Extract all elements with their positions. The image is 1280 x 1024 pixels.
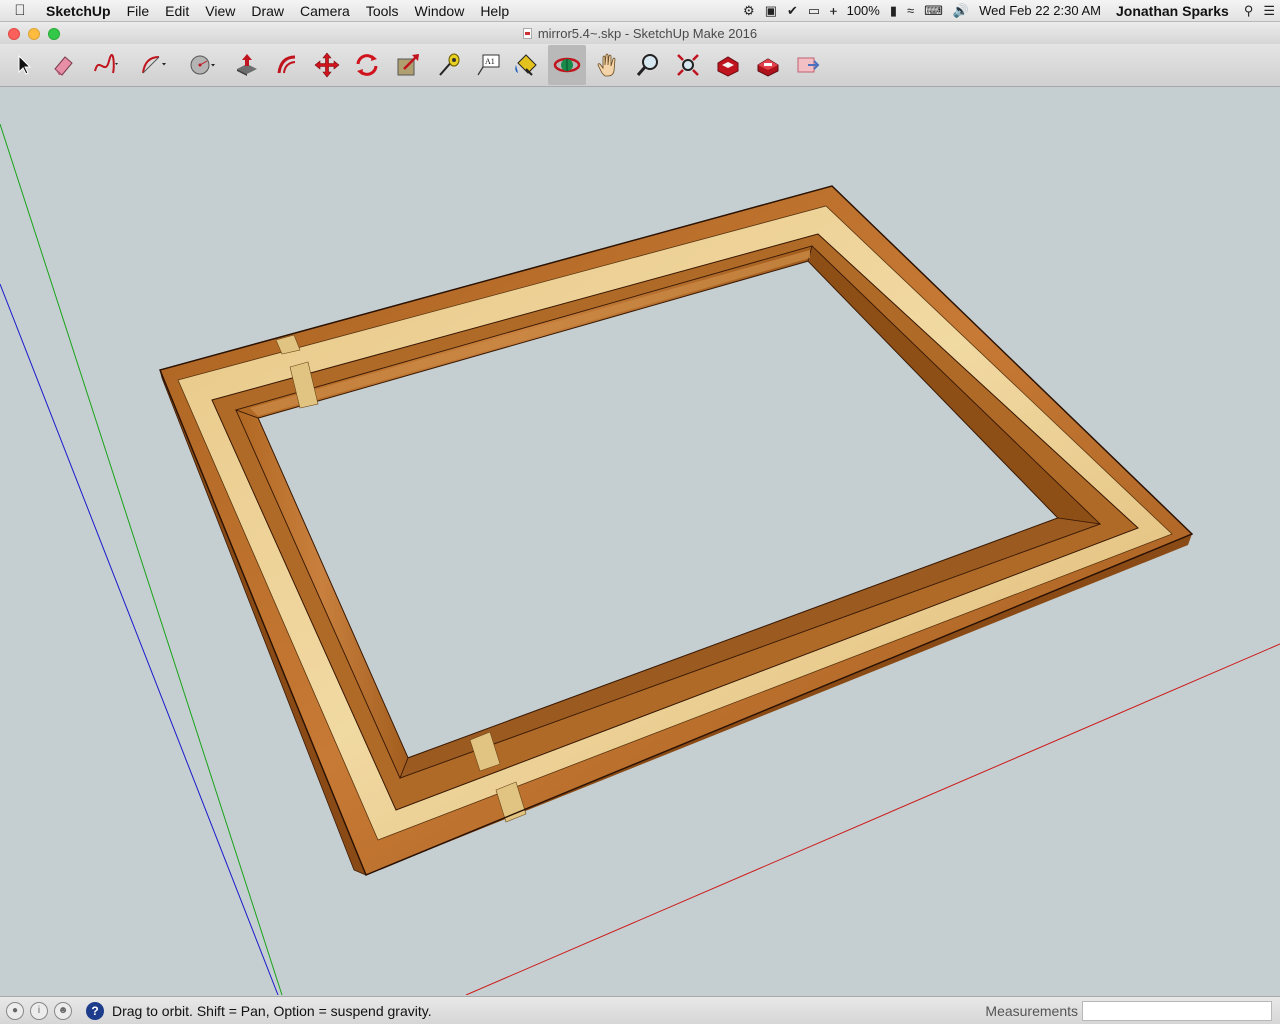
text-tool-label: A1 [485,57,495,66]
status-menus: ⚙ ▣ ✔ ▭ ᚐ 100% ▮ ≈ ⌨ 🔊 Wed Feb 22 2:30 A… [738,0,1280,22]
menu-tools[interactable]: Tools [358,3,407,19]
tape-measure-tool[interactable] [429,45,467,85]
push-pull-icon [237,54,257,76]
measurements-input[interactable] [1082,1000,1272,1021]
wifi-icon[interactable]: ≈ [902,3,919,18]
offset-tool[interactable] [268,45,306,85]
display-icon[interactable]: ▣ [760,3,782,19]
frame-inner-wall-right [807,245,1102,525]
rotate-icon [356,54,378,76]
move-icon [314,52,340,78]
arrow-icon [18,54,32,75]
zoom-extents-icon [677,54,699,76]
select-tool[interactable] [5,45,43,85]
menu-edit[interactable]: Edit [157,3,197,19]
geolocation-icon[interactable]: ● [6,1001,24,1020]
user-name[interactable]: Jonathan Sparks [1106,3,1239,19]
window-title: mirror5.4~.skp - SketchUp Make 2016 [537,25,758,41]
apple-menu-icon[interactable]:  [0,2,40,19]
offset-icon [277,55,296,74]
circle-tool[interactable] [182,45,220,85]
menu-help[interactable]: Help [472,3,517,19]
menu-window[interactable]: Window [407,3,473,19]
battery-percent: 100% [846,3,880,18]
close-window-button[interactable] [8,28,20,40]
pan-tool[interactable] [589,45,627,85]
volume-icon[interactable]: 🔊 [948,3,974,19]
battery-icon[interactable]: ▮ [885,3,902,19]
bluetooth-icon[interactable]: ᚐ [825,3,841,19]
paint-bucket-icon [515,54,537,76]
warehouse-tool[interactable] [709,45,747,85]
status-bar: ● i ☻ ? Drag to orbit. Shift = Pan, Opti… [0,996,1280,1024]
zoom-tool[interactable] [629,45,667,85]
arc-tool[interactable] [134,45,172,85]
spotlight-search-icon[interactable]: ⚲ [1239,3,1259,19]
menu-file[interactable]: File [119,3,158,19]
clock[interactable]: Wed Feb 22 2:30 AM [974,3,1106,18]
pan-hand-icon [597,53,616,77]
time-machine-icon[interactable]: ⚙ [738,3,760,19]
zoom-icon [636,54,658,76]
notification-center-icon[interactable]: ☰ [1258,3,1280,19]
zoom-extents-tool[interactable] [669,45,707,85]
status-message: Drag to orbit. Shift = Pan, Option = sus… [112,1002,432,1019]
maximize-window-button[interactable] [48,28,60,40]
user-account-icon[interactable]: ☻ [54,1001,72,1020]
minimize-window-button[interactable] [28,28,40,40]
orbit-tool[interactable] [548,45,586,85]
text-tool[interactable]: A1 [469,45,507,85]
eraser-tool[interactable] [44,45,82,85]
model-viewport[interactable] [0,88,1280,995]
airplay-icon[interactable]: ▭ [803,3,825,19]
model-canvas [0,123,1280,995]
measurements-label: Measurements [985,1002,1078,1019]
frame-inner-wall-bottom [399,517,1101,779]
menu-bar:  SketchUp File Edit View Draw Camera To… [0,0,1280,22]
document-icon [522,27,532,39]
menu-draw[interactable]: Draw [243,3,292,19]
input-source-icon[interactable]: ⌨ [919,3,948,19]
scale-icon [397,54,419,76]
push-pull-tool[interactable] [228,45,266,85]
circle-icon [190,55,215,75]
tape-measure-icon [439,53,460,76]
orbit-icon [553,57,581,73]
checkmark-icon[interactable]: ✔ [782,3,803,19]
rotate-tool[interactable] [348,45,386,85]
eraser-icon [54,56,73,76]
freehand-tool[interactable] [86,45,124,85]
menu-view[interactable]: View [197,3,243,19]
3d-warehouse-icon [717,56,739,77]
freehand-icon [94,54,118,74]
help-icon[interactable]: ? [86,1001,104,1020]
credits-icon[interactable]: i [30,1001,48,1020]
menu-camera[interactable]: Camera [292,3,358,19]
window-title-bar: mirror5.4~.skp - SketchUp Make 2016 [0,22,1280,44]
paint-bucket-tool[interactable] [507,45,545,85]
share-model-tool[interactable] [789,45,827,85]
share-model-icon [797,57,820,73]
arc-icon [142,56,166,74]
text-icon: A1 [477,54,500,76]
toolbar: A1 [0,44,1280,87]
scale-tool[interactable] [389,45,427,85]
extension-warehouse-icon [757,58,779,77]
move-tool[interactable] [308,45,346,85]
extension-warehouse-tool[interactable] [749,45,787,85]
menu-app[interactable]: SketchUp [40,3,119,19]
